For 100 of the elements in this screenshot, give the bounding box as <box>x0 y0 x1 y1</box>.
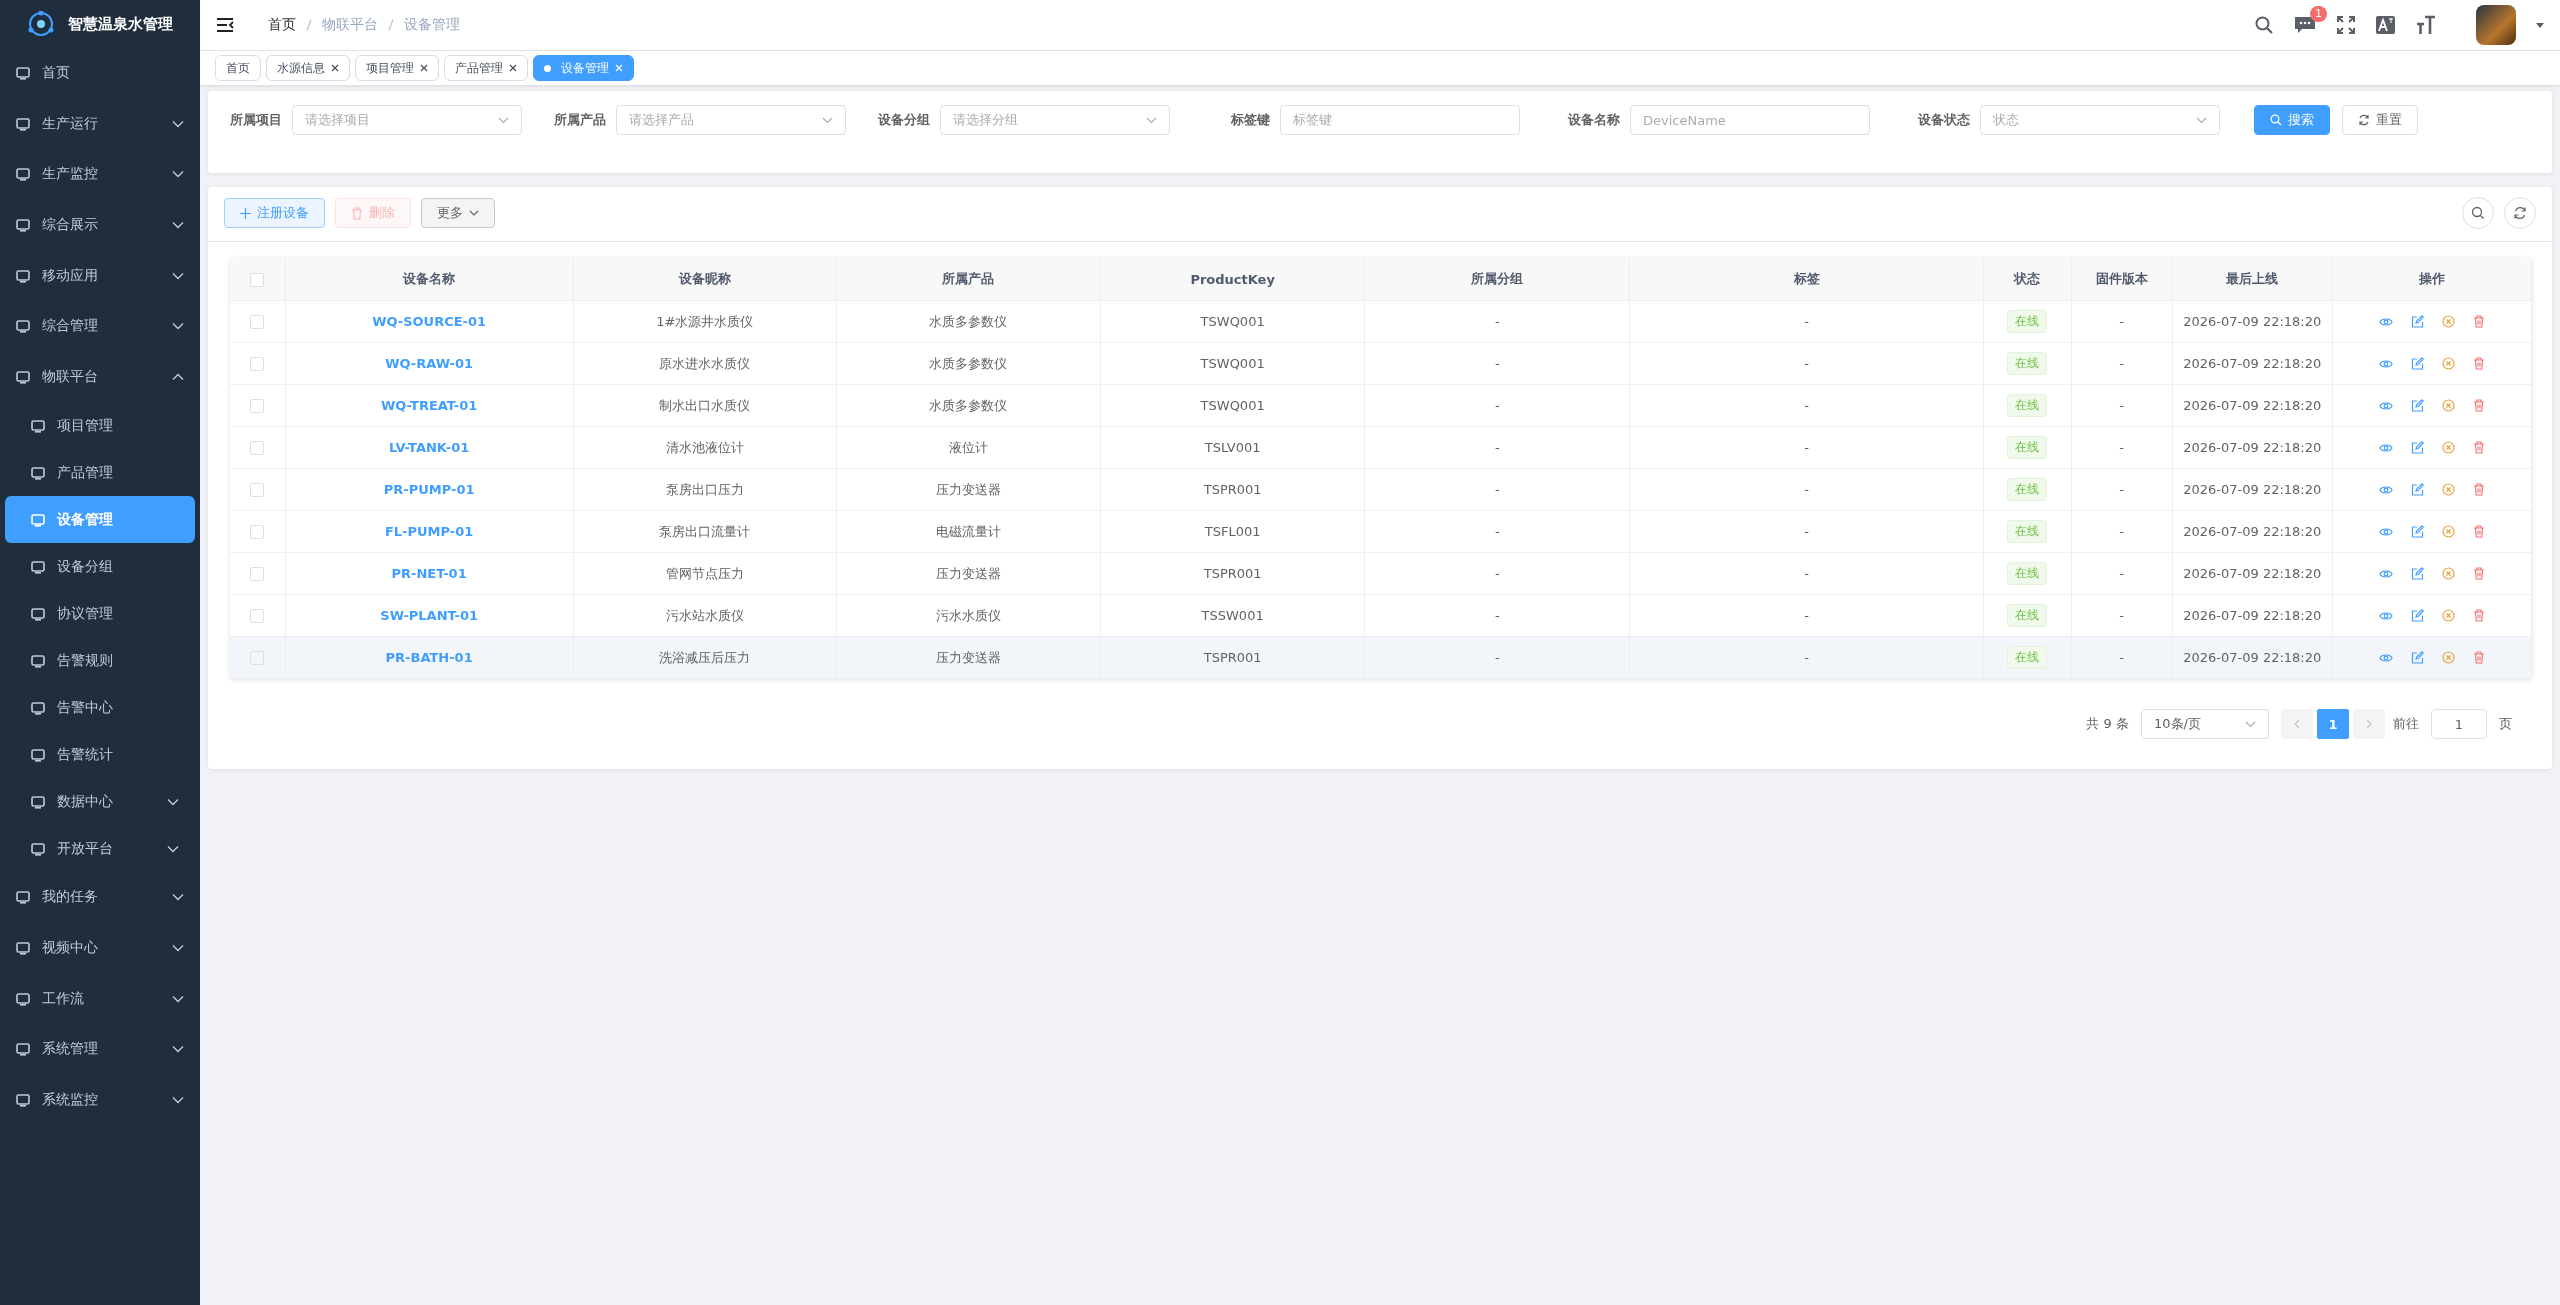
row-checkbox[interactable] <box>250 399 265 414</box>
eye-icon[interactable] <box>2378 484 2393 495</box>
toolbar-button[interactable]: 更多 <box>421 198 495 228</box>
column-header: 状态 <box>1983 258 2072 301</box>
eye-icon[interactable] <box>2378 358 2393 369</box>
row-checkbox[interactable] <box>250 441 265 456</box>
close-icon[interactable] <box>509 64 517 72</box>
sidebar-item[interactable]: 系统管理 <box>0 1023 200 1075</box>
close-icon[interactable] <box>331 64 339 72</box>
sidebar-item[interactable]: 综合管理 <box>0 300 200 352</box>
close-circle-icon[interactable] <box>2441 525 2455 538</box>
goto-label: 前往 <box>2393 715 2419 733</box>
sidebar-item[interactable]: 移动应用 <box>0 250 200 301</box>
eye-icon[interactable] <box>2378 400 2393 411</box>
sidebar-item[interactable]: 工作流 <box>0 973 200 1024</box>
eye-icon[interactable] <box>2378 652 2393 663</box>
filter-button[interactable]: 重置 <box>2342 105 2418 135</box>
table-cell: 洗浴减压后压力 <box>659 649 751 665</box>
translate-icon[interactable] <box>2376 15 2396 35</box>
refresh-button[interactable] <box>2504 197 2536 229</box>
edit-icon[interactable] <box>2410 525 2424 538</box>
trash-icon[interactable] <box>2472 399 2485 412</box>
edit-icon[interactable] <box>2410 399 2424 412</box>
trash-icon[interactable] <box>2472 357 2485 370</box>
sidebar-item[interactable]: 首页 <box>0 48 200 99</box>
edit-icon[interactable] <box>2410 357 2424 370</box>
page-size-select[interactable]: 10条/页 <box>2141 709 2269 739</box>
edit-icon[interactable] <box>2410 315 2424 328</box>
page-input[interactable]: 1 <box>2431 709 2487 739</box>
eye-icon[interactable] <box>2378 526 2393 537</box>
column-header: 所属分组 <box>1364 258 1630 301</box>
edit-icon[interactable] <box>2410 651 2424 664</box>
sidebar-item[interactable]: 综合展示 <box>0 199 200 251</box>
sidebar-item[interactable]: 我的任务 <box>0 872 200 923</box>
select-all-checkbox[interactable] <box>250 272 265 287</box>
sidebar-item[interactable]: 数据中心 <box>5 778 195 826</box>
edit-icon[interactable] <box>2410 609 2424 622</box>
message-icon[interactable] <box>2294 15 2316 35</box>
field-label: 设备状态 <box>1917 111 1970 129</box>
row-checkbox[interactable] <box>250 483 265 498</box>
table-cell: - <box>2119 482 2125 497</box>
status-tag: 在线 <box>2007 646 2048 669</box>
search-icon[interactable] <box>2254 15 2274 35</box>
sidebar-item[interactable]: 生产监控 <box>0 149 200 200</box>
row-checkbox[interactable] <box>250 609 265 624</box>
sidebar-item[interactable]: 告警规则 <box>5 637 195 685</box>
search-button[interactable] <box>2462 197 2494 229</box>
chevron-icon <box>172 119 184 128</box>
refresh-icon <box>2513 206 2527 220</box>
page-tab[interactable]: 产品管理 <box>444 55 528 81</box>
close-circle-icon[interactable] <box>2441 609 2455 622</box>
trash-icon[interactable] <box>2472 483 2485 496</box>
sidebar-item[interactable]: 告警统计 <box>5 731 195 779</box>
sidebar-item[interactable]: 告警中心 <box>5 684 195 732</box>
sidebar-item[interactable]: 设备分组 <box>5 543 195 591</box>
sidebar-item[interactable]: 项目管理 <box>5 402 195 450</box>
breadcrumb-item[interactable]: 首页 <box>268 16 296 34</box>
table-cell: 泵房出口流量计 <box>659 523 751 539</box>
trash-icon[interactable] <box>2472 567 2485 580</box>
trash-icon[interactable] <box>2472 609 2485 622</box>
row-checkbox[interactable] <box>250 315 265 330</box>
sidebar-item[interactable]: 协议管理 <box>5 590 195 638</box>
column-header: 标签 <box>1629 258 1984 301</box>
close-icon[interactable] <box>420 64 428 72</box>
sidebar-item[interactable]: 开放平台 <box>5 825 195 873</box>
row-checkbox[interactable] <box>250 567 265 582</box>
eye-icon[interactable] <box>2378 316 2393 327</box>
trash-icon[interactable] <box>2472 441 2485 454</box>
status-tag: 在线 <box>2007 394 2048 417</box>
avatar-picture[interactable] <box>2476 5 2516 45</box>
caret-icon[interactable] <box>2536 22 2544 28</box>
trash-icon[interactable] <box>2472 315 2485 328</box>
close-circle-icon[interactable] <box>2441 483 2455 496</box>
close-circle-icon[interactable] <box>2441 399 2455 412</box>
close-circle-icon[interactable] <box>2441 441 2455 454</box>
close-circle-icon[interactable] <box>2441 357 2455 370</box>
eye-icon[interactable] <box>2378 610 2393 621</box>
edit-icon[interactable] <box>2410 567 2424 580</box>
close-circle-icon[interactable] <box>2441 315 2455 328</box>
page-tab[interactable]: 项目管理 <box>355 55 439 81</box>
fullscreen-icon[interactable] <box>2336 15 2356 35</box>
page-tab[interactable]: 水源信息 <box>266 55 350 81</box>
sidebar-item[interactable]: 生产运行 <box>0 98 200 150</box>
edit-icon[interactable] <box>2410 483 2424 496</box>
sidebar-item[interactable]: 系统监控 <box>0 1074 200 1126</box>
eye-icon[interactable] <box>2378 442 2393 453</box>
trash-icon[interactable] <box>2472 525 2485 538</box>
trash-icon[interactable] <box>2472 651 2485 664</box>
sidebar-item[interactable]: 产品管理 <box>5 449 195 497</box>
edit-icon[interactable] <box>2410 441 2424 454</box>
close-circle-icon[interactable] <box>2441 567 2455 580</box>
close-circle-icon[interactable] <box>2441 651 2455 664</box>
font-size-icon[interactable] <box>2416 15 2436 35</box>
row-checkbox[interactable] <box>250 357 265 372</box>
field-label: 设备分组 <box>877 111 930 129</box>
eye-icon[interactable] <box>2378 568 2393 579</box>
sidebar-item[interactable]: 物联平台 <box>0 351 200 403</box>
row-checkbox[interactable] <box>250 525 265 540</box>
page-tab[interactable]: 首页 <box>215 55 261 81</box>
sidebar-item[interactable]: 视频中心 <box>0 922 200 974</box>
